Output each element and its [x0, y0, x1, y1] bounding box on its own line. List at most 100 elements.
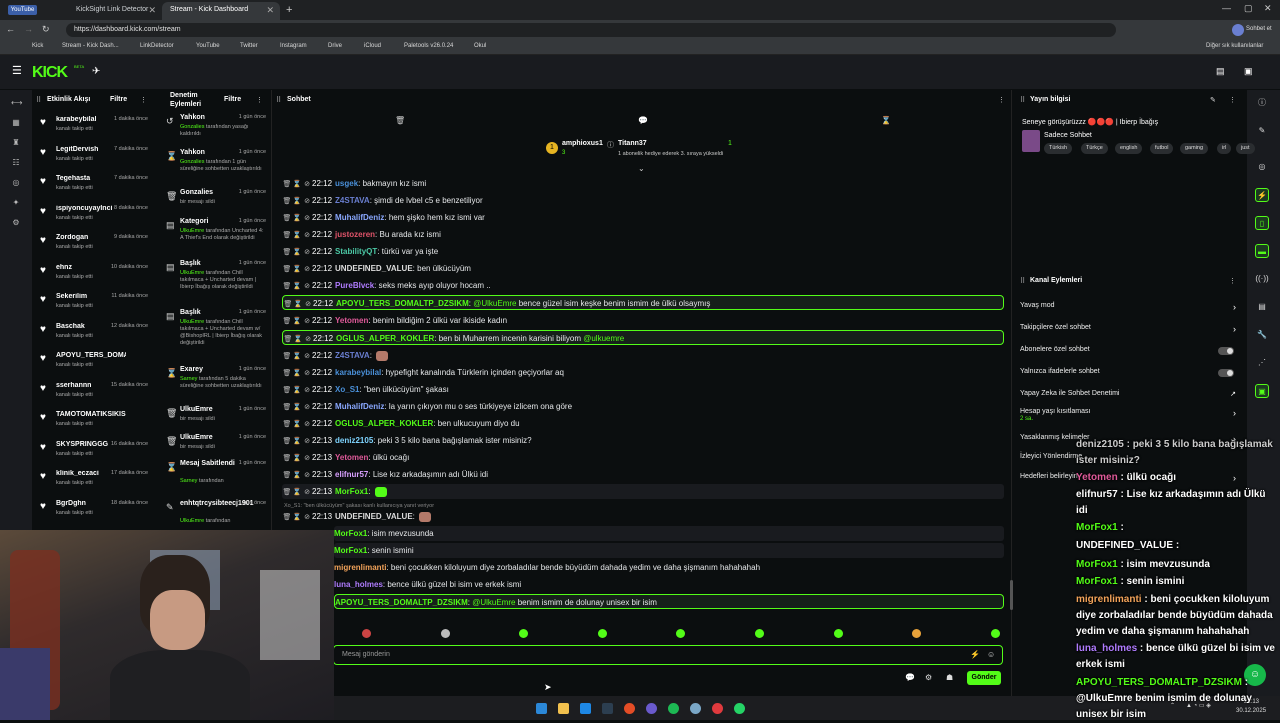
message-username[interactable]: karabeybilal	[335, 368, 381, 377]
chat-message[interactable]: MorFox1: isim mevzusunda	[334, 526, 1004, 541]
ban-icon[interactable]: ⊘	[302, 434, 312, 448]
timeout-icon[interactable]: ⌛	[292, 194, 302, 208]
taskbar-app-icon[interactable]	[734, 703, 745, 714]
chat-message[interactable]: MorFox1: senin ismini	[334, 543, 1004, 558]
more-icon[interactable]: ⋮	[1229, 96, 1236, 104]
drag-icon[interactable]: ⠿	[1020, 277, 1025, 285]
timeout-icon[interactable]: ⌛	[292, 349, 302, 363]
drag-icon[interactable]: ⠿	[36, 96, 41, 104]
delete-icon[interactable]: 🗑	[282, 434, 292, 448]
emote-icon[interactable]	[912, 629, 921, 638]
ban-icon[interactable]: ⊘	[303, 297, 313, 309]
chat-message[interactable]: 🗑⌛ ⊘ 22:12 Z4STAVA:	[282, 348, 1004, 363]
emote-icon[interactable]	[676, 629, 685, 638]
layout-icon[interactable]: ▤	[1255, 300, 1269, 314]
timeout-icon[interactable]: ⌛	[292, 245, 302, 259]
chat-message[interactable]: APOYU_TERS_DOMALTP_DZSIKM: @UlkuEmre ben…	[334, 594, 1004, 609]
chat-message[interactable]: 🗑⌛ ⊘ 22:13 elifnur57: Lise kız arkadaşımın …	[282, 467, 1004, 482]
bookmark-linkdetector[interactable]: LinkDetector	[140, 43, 174, 49]
ban-icon[interactable]: ⊘	[302, 349, 312, 363]
ban-icon[interactable]: ⊘	[302, 279, 312, 293]
stream-tag[interactable]: english	[1115, 143, 1143, 154]
timeout-icon[interactable]: ⌛	[293, 332, 303, 344]
message-username[interactable]: luna_holmes	[334, 580, 383, 589]
ban-icon[interactable]: ⊘	[302, 194, 312, 208]
activity-item[interactable]: ♥ klinik_eczaci kanalı takip etti 17 dakika…	[38, 468, 156, 494]
message-username[interactable]: justozeren	[335, 230, 375, 239]
bookmark-other[interactable]: Diğer sık kullanılanlar	[1206, 43, 1263, 49]
activity-item[interactable]: ♥ karabeybilal kanalı takip etti 1 dakika ö…	[38, 114, 156, 140]
delete-icon[interactable]: 🗑	[282, 314, 292, 328]
taskbar-app-icon[interactable]	[558, 703, 569, 714]
chat-message[interactable]: 🗑⌛ ⊘ 22:13 UNDEFINED_VALUE:	[282, 509, 1004, 524]
top-gifter-name[interactable]: amphioxus1	[562, 140, 603, 147]
activity-item[interactable]: ♥ Tegehasta kanalı takip etti 7 dakika önce	[38, 173, 156, 199]
bookmark-icloud[interactable]: iCloud	[364, 43, 381, 49]
delete-icon[interactable]: 🗑	[282, 417, 292, 431]
moderation-target[interactable]: Yahkon	[180, 149, 205, 156]
toggle-switch[interactable]	[1218, 347, 1234, 355]
activity-item[interactable]: ♥ TAMOTOMATIKSIKISMAKII kanalı takip etti	[38, 409, 156, 435]
timeout-icon[interactable]: ⌛	[293, 297, 303, 309]
message-username[interactable]: MuhalifDeniz	[335, 402, 384, 411]
chat-message[interactable]: 🗑⌛ ⊘ 22:12 OGLUS_ALPER_KOKLER: ben bi Muhar…	[282, 330, 1004, 345]
ban-icon[interactable]: ⊘	[302, 383, 312, 397]
chat-message[interactable]: 🗑⌛ ⊘ 22:12 justozeren: Bu arada kız ismi	[282, 227, 1004, 242]
ban-icon[interactable]: ⊘	[302, 417, 312, 431]
emote-icon[interactable]	[362, 629, 371, 638]
delete-icon[interactable]: 🗑	[283, 297, 293, 309]
chat-message[interactable]: 🗑⌛ ⊘ 22:12 MuhalifDeniz: hem şişko hem kız …	[282, 210, 1004, 225]
close-window-icon[interactable]: ✕	[1264, 3, 1272, 14]
message-username[interactable]: APOYU_TERS_DOMALTP_DZSIKM	[336, 299, 469, 308]
stream-tag[interactable]: just	[1236, 143, 1255, 154]
activity-item[interactable]: ♥ Sekerilim kanalı takip etti 11 dakika önc…	[38, 291, 156, 317]
maximize-icon[interactable]: ▢	[1244, 3, 1253, 14]
stream-tag[interactable]: Türkçe	[1081, 143, 1108, 154]
timeout-icon[interactable]: ⌛	[292, 417, 302, 431]
chat-message[interactable]: 🗑⌛ ⊘ 22:12 UNDEFINED_VALUE: ben ülkücüyüm	[282, 261, 1004, 276]
delete-icon[interactable]: 🗑	[282, 194, 292, 208]
chevron-right-icon[interactable]: ›	[1233, 302, 1236, 312]
delete-icon[interactable]: 🗑	[282, 177, 292, 191]
drag-icon[interactable]: ⠿	[1020, 96, 1025, 104]
moderation-target[interactable]: UlkuEmre	[180, 406, 213, 413]
chat-input[interactable]: Mesaj gönderin	[333, 645, 1003, 665]
send-button[interactable]: Gönder	[967, 671, 1001, 685]
delete-icon[interactable]: 🗑	[282, 211, 292, 225]
activity-item[interactable]: ♥ ehnz kanalı takip etti 10 dakika önce	[38, 262, 156, 288]
collapse-icon[interactable]: ⟷	[11, 98, 22, 107]
ban-icon[interactable]: ⊘	[302, 366, 312, 380]
timeout-icon[interactable]: ⌛	[292, 400, 302, 414]
phone-icon[interactable]: ▯	[1255, 216, 1269, 230]
chat-scrollbar[interactable]	[1010, 580, 1013, 610]
message-username[interactable]: Z4STAVA	[335, 196, 370, 205]
pin-icon[interactable]: ✈	[92, 66, 100, 77]
timeout-icon[interactable]: ⌛	[292, 434, 302, 448]
message-username[interactable]: migrenlimanti	[334, 563, 386, 572]
ban-icon[interactable]: ⊘	[302, 485, 312, 499]
chat-bubble-icon[interactable]: 💬	[638, 116, 648, 125]
share-icon[interactable]: ⋰	[1255, 356, 1269, 370]
activity-item[interactable]: ♥ LegitDervish kanalı takip etti 7 dakika ö…	[38, 144, 156, 170]
message-username[interactable]: elifnur57	[335, 470, 368, 479]
chat-message[interactable]: 🗑⌛ ⊘ 22:12 OGLUS_ALPER_KOKLER: ben ulkucuyu…	[282, 416, 1004, 431]
timeout-icon[interactable]: ⌛	[292, 279, 302, 293]
timeout-icon[interactable]: ⌛	[292, 262, 302, 276]
more-icon[interactable]: ⋮	[998, 96, 1005, 104]
moderation-target[interactable]: Exarey	[180, 366, 203, 373]
message-username[interactable]: UNDEFINED_VALUE	[335, 512, 413, 521]
chat-message[interactable]: 🗑⌛ ⊘ 22:12 PureBlvck: seks meks ayıp oluyor…	[282, 278, 1004, 293]
community-icon[interactable]: ✦	[11, 198, 21, 207]
timeout-icon[interactable]: ⌛	[292, 485, 302, 499]
chat-message[interactable]: 🗑⌛ ⊘ 22:12 Z4STAVA: şimdi de lvbel c5 e ben…	[282, 193, 1004, 208]
taskbar-app-icon[interactable]	[580, 703, 591, 714]
message-username[interactable]: Z4STAVA	[335, 351, 370, 360]
taskbar-app-icon[interactable]	[602, 703, 613, 714]
trash-icon[interactable]: 🗑	[395, 116, 405, 125]
menu-icon[interactable]: ☰	[12, 64, 22, 77]
timeout-icon[interactable]: ⌛	[292, 177, 302, 191]
timeout-icon[interactable]: ⌛	[292, 228, 302, 242]
moderation-target[interactable]: Başlık	[180, 260, 201, 267]
bookmark-paletools[interactable]: Paletools v26.0.24	[404, 43, 453, 49]
taskbar-app-icon[interactable]	[536, 703, 547, 714]
